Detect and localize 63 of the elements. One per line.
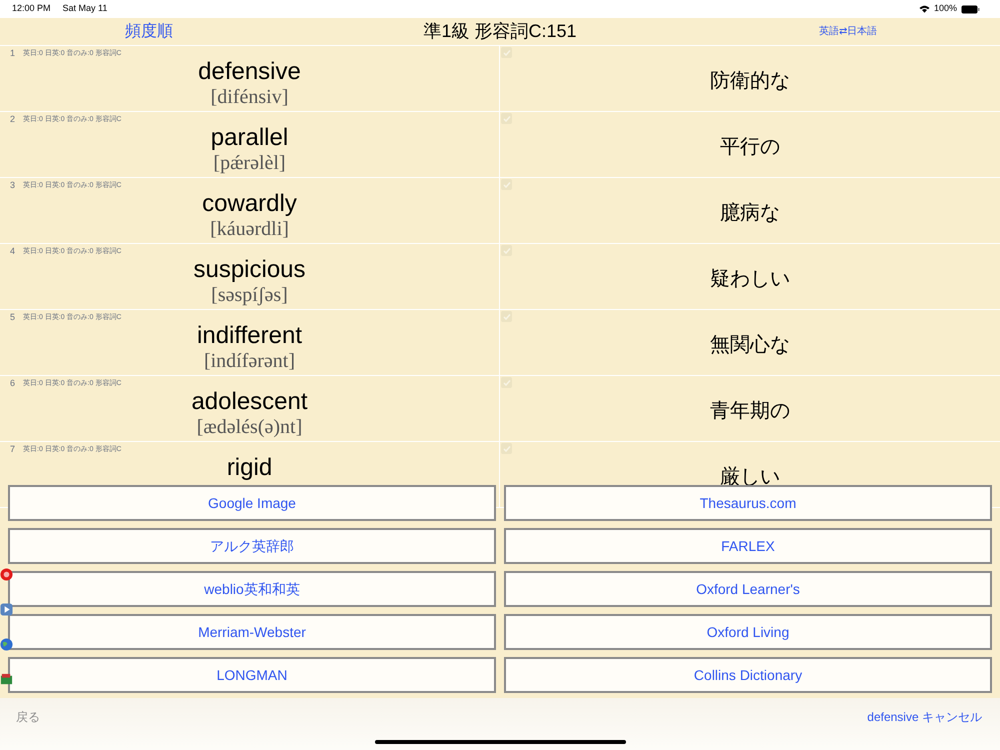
wifi-icon: [918, 5, 930, 13]
check-box[interactable]: [501, 245, 512, 256]
checkmark-icon: [502, 48, 510, 56]
row-number: 4: [10, 246, 16, 256]
book-icon[interactable]: [0, 673, 13, 686]
checkmark-icon: [502, 246, 510, 254]
checkmark-icon: [502, 378, 510, 386]
japanese-meaning: 平行の: [720, 134, 780, 160]
pronunciation: [káuərdli]: [210, 218, 289, 240]
battery-icon: [961, 4, 980, 14]
pronunciation: [səspíʃəs]: [211, 284, 288, 306]
english-word: cowardly: [202, 190, 297, 218]
check-box[interactable]: [501, 443, 512, 454]
checkmark-icon: [502, 444, 510, 452]
screen-title: 準1級 形容詞C:151: [423, 20, 577, 43]
checkmark-icon: [502, 312, 510, 320]
battery-percent: 100%: [934, 2, 957, 16]
language-toggle-button[interactable]: 英語⇄日本語: [819, 24, 877, 39]
dictionary-link-button[interactable]: アルク英辞郎: [8, 528, 496, 564]
english-word: rigid: [226, 454, 272, 482]
dictionary-link-button[interactable]: Collins Dictionary: [504, 657, 992, 693]
japanese-meaning: 疑わしい: [710, 266, 790, 292]
play-icon[interactable]: [0, 603, 13, 616]
pronunciation: [indífərənt]: [204, 350, 296, 372]
japanese-meaning: 防衛的な: [710, 68, 790, 94]
english-word: adolescent: [191, 388, 308, 416]
dictionary-link-button[interactable]: Merriam-Webster: [8, 614, 496, 650]
pronunciation: [difénsiv]: [210, 86, 288, 108]
pronunciation: [pǽrəlèl]: [213, 152, 286, 174]
dictionary-link-button[interactable]: Google Image: [8, 485, 496, 521]
check-box[interactable]: [501, 113, 512, 124]
japanese-meaning: 青年期の: [710, 398, 790, 424]
row-number: 6: [10, 378, 16, 388]
check-box[interactable]: [501, 179, 512, 190]
checkmark-icon: [502, 180, 510, 188]
cancel-button[interactable]: defensive キャンセル: [867, 708, 984, 726]
badge-icon[interactable]: [0, 568, 13, 581]
english-word: indifferent: [197, 322, 302, 350]
frequency-sort-button[interactable]: 頻度順: [125, 20, 173, 44]
japanese-meaning: 臆病な: [720, 200, 780, 226]
dictionary-link-button[interactable]: FARLEX: [504, 528, 992, 564]
english-word: parallel: [210, 124, 288, 152]
pronunciation: [ædəlés(ə)nt]: [196, 416, 302, 438]
japanese-meaning: 無関心な: [710, 332, 790, 358]
english-word: defensive: [198, 58, 301, 86]
dictionary-link-button[interactable]: Oxford Learner's: [504, 571, 992, 607]
dictionary-link-button[interactable]: LONGMAN: [8, 657, 496, 693]
row-number: 3: [10, 180, 16, 190]
row-number: 2: [10, 114, 16, 124]
dictionary-link-button[interactable]: Oxford Living: [504, 614, 992, 650]
check-box[interactable]: [501, 377, 512, 388]
status-time: 12:00 PM: [12, 2, 51, 16]
globe-icon[interactable]: [0, 638, 13, 651]
english-word: suspicious: [193, 256, 306, 284]
check-box[interactable]: [501, 47, 512, 58]
check-box[interactable]: [501, 311, 512, 322]
dictionary-link-button[interactable]: Thesaurus.com: [504, 485, 992, 521]
dictionary-link-button[interactable]: weblio英和和英: [8, 571, 496, 607]
row-number: 7: [10, 444, 16, 454]
checkmark-icon: [502, 114, 510, 122]
row-number: 1: [10, 48, 16, 58]
row-number: 5: [10, 312, 16, 322]
status-date: Sat May 11: [62, 2, 108, 16]
